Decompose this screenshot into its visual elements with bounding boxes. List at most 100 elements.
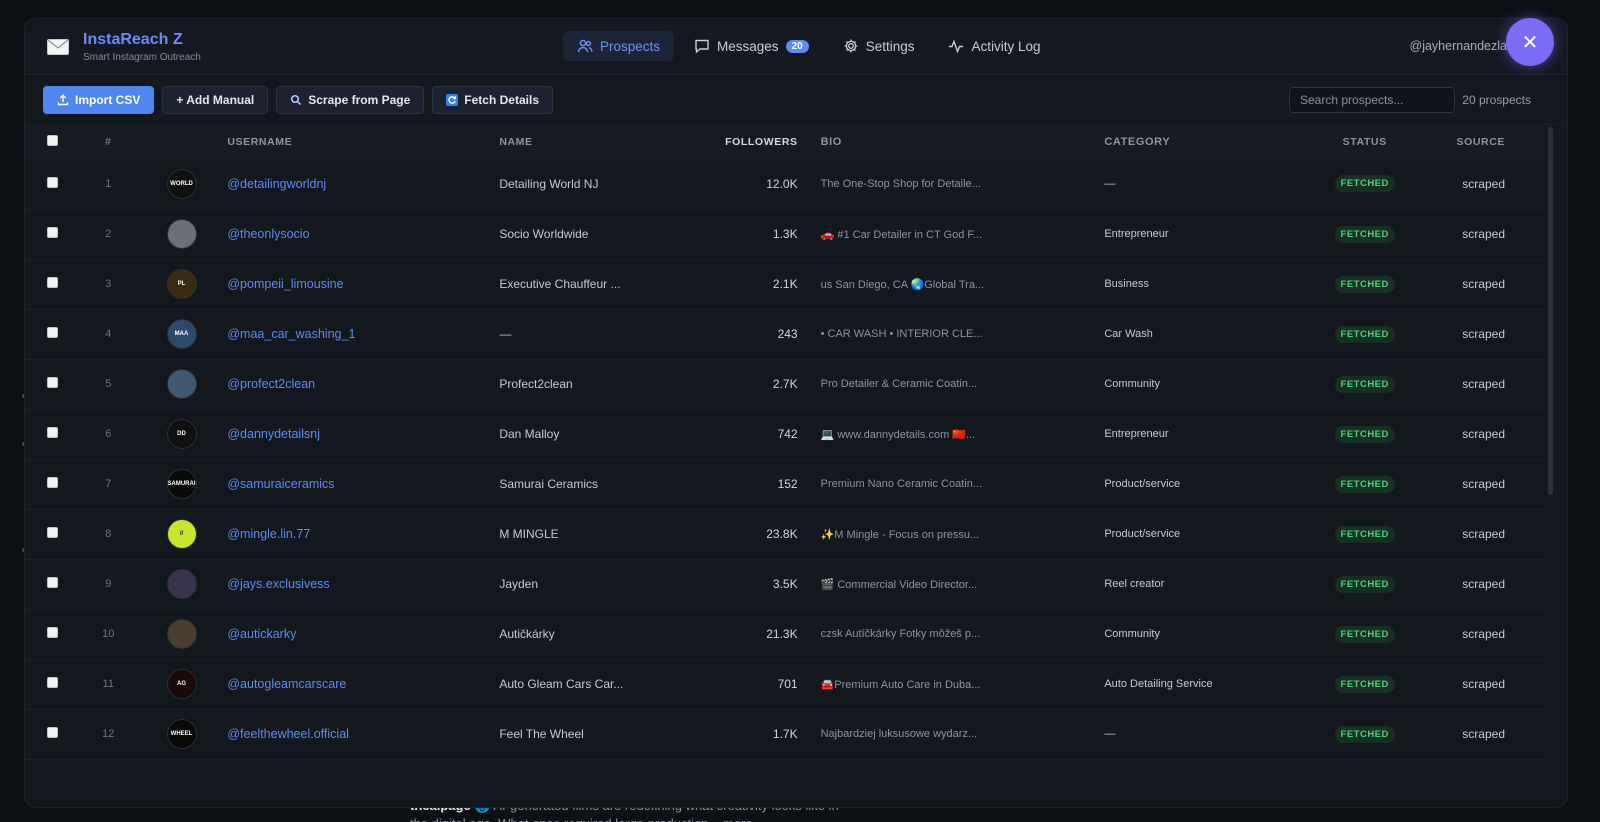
row-select-cell: [25, 509, 84, 559]
row-checkbox[interactable]: [47, 727, 58, 738]
avatar[interactable]: DD: [166, 419, 197, 449]
col-header-source[interactable]: SOURCE: [1433, 125, 1545, 159]
row-checkbox[interactable]: [47, 377, 58, 388]
row-checkbox[interactable]: [47, 277, 58, 288]
status-badge: FETCHED: [1334, 675, 1395, 693]
row-checkbox[interactable]: [47, 627, 58, 638]
table-row[interactable]: 3 PL @pompeii_limousine Executive Chauffeur…: [25, 259, 1545, 309]
col-header-name[interactable]: NAME: [499, 125, 657, 159]
status-cell: FETCHED: [1296, 159, 1433, 209]
table-row[interactable]: 11 AG @autogleamcarscare Auto Gleam Cars Ca…: [25, 659, 1545, 709]
username-link[interactable]: @autickarky: [227, 627, 296, 641]
username-link[interactable]: @maa_car_washing_1: [227, 327, 355, 341]
avatar-cell: DD: [133, 409, 228, 459]
username-link[interactable]: @samuraiceramics: [227, 477, 334, 491]
table-row[interactable]: 12 WHEEL @feelthewheel.official Feel The Wh…: [25, 709, 1545, 759]
row-checkbox[interactable]: [47, 176, 58, 188]
status-cell: FETCHED: [1296, 459, 1433, 509]
table-row[interactable]: 2 @theonlysocio Socio Worldwide 1.3K 🚗 #1 Ca…: [25, 209, 1545, 259]
name-cell: M MINGLE: [499, 527, 559, 541]
avatar[interactable]: WORLD: [166, 168, 197, 199]
add-manual-button[interactable]: + Add Manual: [162, 85, 269, 114]
search-input[interactable]: [1289, 87, 1455, 113]
table-row[interactable]: 5 @profect2clean Profect2clean 2.7K Pro Deta…: [25, 359, 1545, 409]
username-link[interactable]: @detailingworldnj: [227, 177, 326, 191]
bio-cell: Premium Nano Ceramic Coatin...: [820, 478, 982, 490]
bio-cell: 🚗 #1 Car Detailer in CT God F...: [820, 228, 983, 241]
username-link[interactable]: @theonlysocio: [227, 227, 309, 241]
row-number: 4: [105, 328, 112, 340]
username-link[interactable]: @jays.exclusivess: [227, 577, 329, 591]
avatar[interactable]: [166, 619, 197, 649]
table-row[interactable]: 8 // @mingle.lin.77 M MINGLE 23.8K ✨M Mingle …: [25, 509, 1545, 559]
row-checkbox[interactable]: [47, 577, 58, 588]
bio-cell: Najbardziej luksusowe wydarz...: [820, 728, 978, 740]
table-row[interactable]: 7 SAMURAI @samuraiceramics Samurai Ceramics…: [25, 459, 1545, 509]
username-link[interactable]: @pompeii_limousine: [227, 277, 343, 291]
name-cell: Feel The Wheel: [499, 727, 584, 741]
bio-cell: 💻 www.dannydetails.com 🇨🇳...: [820, 428, 976, 441]
table-row[interactable]: 1 WORLD @detailingworldnj Detailing World N…: [25, 159, 1545, 209]
avatar[interactable]: [166, 219, 197, 249]
avatar[interactable]: WHEEL: [166, 719, 197, 749]
table-row[interactable]: 10 @autickarky Autičkárky 21.3K czsk Autíčká…: [25, 609, 1545, 659]
col-header-avatar: [133, 125, 228, 159]
username-cell: @mingle.lin.77: [227, 509, 499, 559]
row-select-cell: [25, 409, 84, 459]
row-number: 3: [105, 278, 112, 290]
avatar[interactable]: [166, 369, 197, 399]
source-cell: scraped: [1462, 176, 1505, 191]
row-checkbox[interactable]: [47, 227, 58, 238]
table-row[interactable]: 4 MAA @maa_car_washing_1 — 243 • CAR WASH • I…: [25, 309, 1545, 359]
followers-cell: 152: [777, 477, 798, 491]
tab-settings[interactable]: Settings: [829, 31, 929, 61]
username-link[interactable]: @feelthewheel.official: [227, 727, 349, 741]
source-cell: scraped: [1462, 277, 1505, 291]
scrape-from-page-button[interactable]: Scrape from Page: [276, 85, 425, 114]
col-header-num: #: [104, 136, 112, 148]
source-cell: scraped: [1462, 227, 1505, 241]
name-cell: —: [499, 327, 512, 341]
row-checkbox[interactable]: [47, 677, 58, 688]
avatar[interactable]: //: [166, 519, 197, 549]
username-link[interactable]: @mingle.lin.77: [227, 527, 310, 541]
tab-prospects[interactable]: Prospects: [563, 31, 675, 61]
avatar-cell: [133, 209, 228, 259]
row-number: 2: [105, 228, 112, 240]
col-header-status[interactable]: STATUS: [1296, 125, 1433, 159]
username-cell: @autogleamcarscare: [227, 659, 499, 709]
close-button[interactable]: ✕: [1506, 18, 1554, 66]
import-csv-button[interactable]: Import CSV: [43, 85, 155, 114]
avatar[interactable]: PL: [166, 269, 197, 299]
avatar[interactable]: MAA: [166, 319, 197, 349]
current-user: @jayhernandezla: [1409, 39, 1507, 53]
tab-messages[interactable]: Messages 20: [680, 31, 823, 61]
username-link[interactable]: @profect2clean: [227, 377, 315, 391]
table-row[interactable]: 6 DD @dannydetailsnj Dan Malloy 742 💻 www.dan…: [25, 409, 1545, 459]
username-link[interactable]: @autogleamcarscare: [227, 677, 346, 691]
row-checkbox[interactable]: [47, 477, 58, 488]
avatar-cell: [133, 359, 228, 409]
table-scrollbar[interactable]: [1548, 127, 1553, 495]
tab-activity-log[interactable]: Activity Log: [934, 31, 1054, 61]
category-cell: —: [1104, 728, 1116, 740]
avatar[interactable]: SAMURAI: [166, 469, 197, 499]
row-checkbox[interactable]: [47, 327, 58, 338]
col-header-followers[interactable]: FOLLOWERS: [657, 125, 797, 159]
fetch-details-button[interactable]: Fetch Details: [432, 85, 553, 114]
row-checkbox[interactable]: [47, 427, 58, 438]
select-all-checkbox[interactable]: [47, 135, 58, 146]
status-cell: FETCHED: [1296, 609, 1433, 659]
col-header-username[interactable]: USERNAME: [227, 125, 499, 159]
avatar[interactable]: AG: [166, 669, 197, 699]
col-header-category[interactable]: CATEGORY: [1104, 125, 1296, 159]
avatar-cell: WORLD: [133, 159, 228, 209]
avatar[interactable]: [166, 569, 197, 599]
name-cell: Jayden: [499, 577, 539, 591]
message-icon: [695, 39, 709, 54]
source-cell: scraped: [1462, 727, 1505, 741]
followers-cell: 1.3K: [772, 227, 798, 241]
table-row[interactable]: 9 @jays.exclusivess Jayden 3.5K 🎬 Commercial…: [25, 559, 1545, 609]
row-checkbox[interactable]: [47, 527, 58, 538]
username-link[interactable]: @dannydetailsnj: [227, 427, 320, 441]
